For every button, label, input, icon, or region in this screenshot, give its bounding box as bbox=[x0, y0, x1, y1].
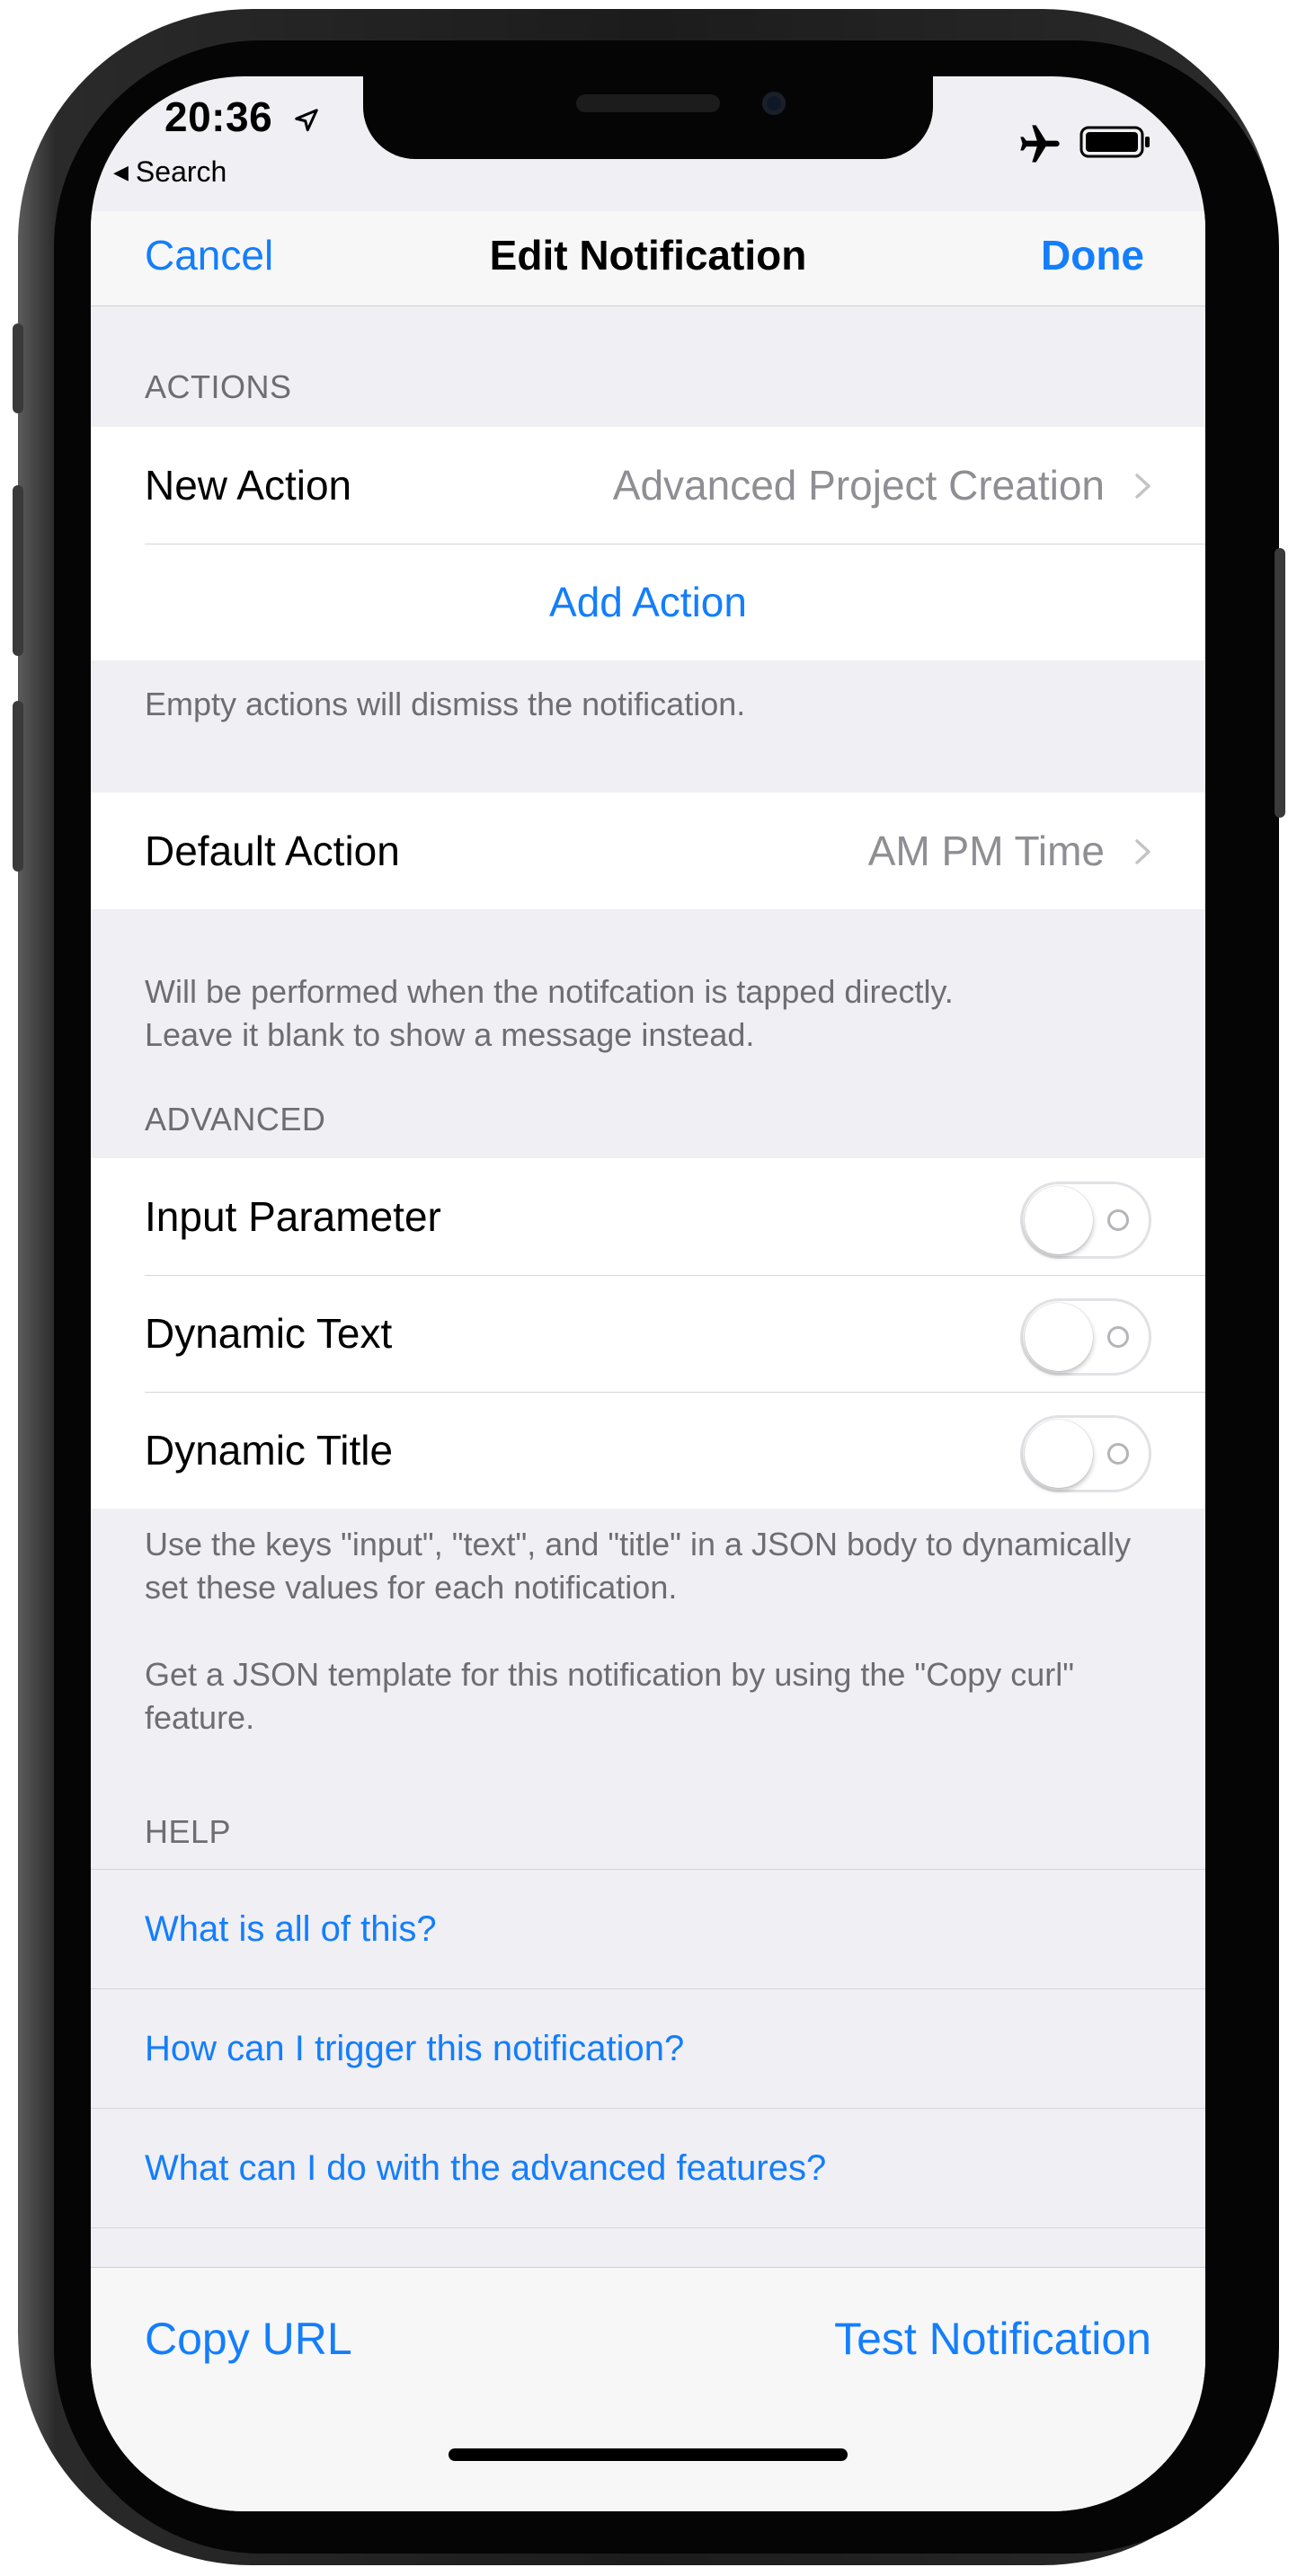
front-camera bbox=[762, 92, 786, 115]
navigation-bar: Cancel Edit Notification Done bbox=[91, 211, 1205, 306]
toggle-off-indicator-icon bbox=[1107, 1443, 1129, 1465]
back-app-label: Search bbox=[135, 155, 227, 188]
dynamic-title-label: Dynamic Title bbox=[145, 1427, 394, 1474]
battery-icon bbox=[1079, 126, 1150, 158]
dynamic-text-label: Dynamic Text bbox=[145, 1310, 393, 1357]
copy-url-button[interactable]: Copy URL bbox=[145, 2313, 352, 2365]
help-link-advanced-features[interactable]: What can I do with the advanced features… bbox=[145, 2109, 826, 2227]
input-parameter-toggle[interactable] bbox=[1020, 1182, 1151, 1259]
default-action-footer: Will be performed when the notifcation i… bbox=[145, 970, 1151, 1057]
home-indicator[interactable] bbox=[449, 2448, 848, 2461]
mute-switch bbox=[13, 323, 23, 413]
add-action-row[interactable]: Add Action bbox=[91, 544, 1205, 660]
default-action-label: Default Action bbox=[145, 828, 400, 874]
help-row[interactable]: What is all of this? bbox=[91, 1869, 1205, 1988]
toggle-knob bbox=[1025, 1303, 1093, 1371]
test-notification-button[interactable]: Test Notification bbox=[834, 2313, 1151, 2365]
location-arrow-icon bbox=[295, 109, 318, 132]
back-triangle-icon: ◀ bbox=[113, 161, 129, 183]
advanced-footer-paragraph-2: Get a JSON template for this notificatio… bbox=[145, 1656, 1075, 1736]
power-button bbox=[1275, 548, 1285, 818]
toggle-knob bbox=[1025, 1186, 1093, 1254]
dynamic-text-row: Dynamic Text bbox=[91, 1275, 1205, 1392]
volume-up-button bbox=[13, 485, 23, 656]
default-action-footer-line2: Leave it blank to show a message instead… bbox=[145, 1016, 755, 1053]
help-row[interactable]: How can I trigger this notification? bbox=[91, 1988, 1205, 2108]
default-action-row[interactable]: Default Action AM PM Time bbox=[91, 792, 1205, 909]
speaker-grille bbox=[576, 94, 720, 112]
dynamic-title-row: Dynamic Title bbox=[91, 1392, 1205, 1509]
notch bbox=[363, 76, 933, 159]
new-action-row[interactable]: New Action Advanced Project Creation bbox=[91, 427, 1205, 544]
advanced-footer-paragraph-1: Use the keys "input", "text", and "title… bbox=[145, 1526, 1132, 1606]
toggle-off-indicator-icon bbox=[1107, 1326, 1129, 1348]
toggle-knob bbox=[1025, 1420, 1093, 1488]
screen: 20:36 ◀ Search Cancel Edit Notification D… bbox=[91, 76, 1205, 2511]
default-action-footer-line1: Will be performed when the notifcation i… bbox=[145, 973, 954, 1010]
chevron-right-icon bbox=[1135, 839, 1150, 864]
status-time: 20:36 bbox=[164, 93, 273, 140]
add-action-button[interactable]: Add Action bbox=[91, 544, 1205, 660]
actions-group: New Action Advanced Project Creation Add… bbox=[91, 427, 1205, 660]
toggle-off-indicator-icon bbox=[1107, 1209, 1129, 1231]
chevron-right-icon bbox=[1135, 474, 1150, 499]
bottom-toolbar: Copy URL Test Notification bbox=[91, 2267, 1205, 2511]
input-parameter-label: Input Parameter bbox=[145, 1193, 441, 1240]
help-link-what-is-this[interactable]: What is all of this? bbox=[145, 1870, 437, 1988]
help-group: What is all of this? How can I trigger t… bbox=[91, 1869, 1205, 2228]
help-section-header: HELP bbox=[145, 1813, 232, 1850]
done-button[interactable]: Done bbox=[1041, 231, 1144, 279]
advanced-section-header: ADVANCED bbox=[145, 1101, 326, 1138]
default-action-value: AM PM Time bbox=[867, 828, 1105, 874]
new-action-label: New Action bbox=[145, 462, 352, 509]
dynamic-text-toggle[interactable] bbox=[1020, 1298, 1151, 1376]
default-action-group: Default Action AM PM Time bbox=[91, 792, 1205, 909]
help-row[interactable]: What can I do with the advanced features… bbox=[91, 2108, 1205, 2228]
advanced-group: Input Parameter Dynamic Text Dynamic Tit… bbox=[91, 1158, 1205, 1509]
airplane-icon bbox=[1020, 125, 1060, 163]
help-link-how-trigger[interactable]: How can I trigger this notification? bbox=[145, 1989, 684, 2108]
volume-down-button bbox=[13, 701, 23, 872]
back-to-app-button[interactable]: ◀ Search bbox=[113, 155, 227, 189]
cancel-button[interactable]: Cancel bbox=[145, 231, 273, 279]
input-parameter-row: Input Parameter bbox=[91, 1158, 1205, 1275]
actions-footer: Empty actions will dismiss the notificat… bbox=[145, 686, 746, 722]
dynamic-title-toggle[interactable] bbox=[1020, 1415, 1151, 1492]
new-action-value: Advanced Project Creation bbox=[612, 462, 1105, 509]
actions-section-header: ACTIONS bbox=[145, 368, 292, 405]
